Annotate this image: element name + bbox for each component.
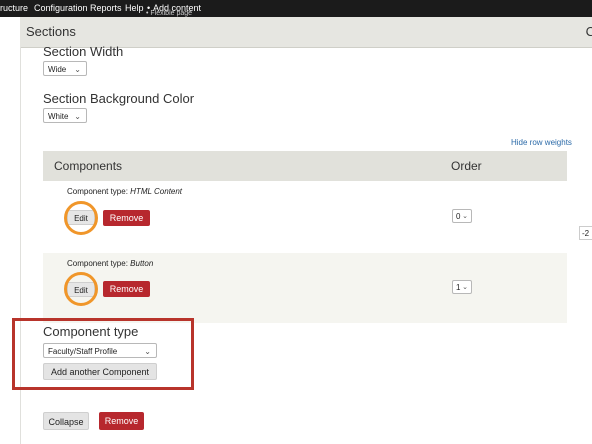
components-table-header: Components Order (43, 151, 567, 181)
component-type-prefix: Component type: (67, 259, 131, 268)
remove-button[interactable]: Remove (103, 281, 150, 297)
section-width-select[interactable]: Wide ⌄ (43, 61, 87, 76)
table-row: Component type: HTML Content Edit Remove… (43, 181, 567, 254)
callout-box (12, 318, 194, 390)
section-width-label: Section Width (43, 44, 124, 59)
component-type-name: HTML Content (130, 187, 183, 196)
bullet-icon: • (146, 10, 149, 17)
toolbar-submenu-text[interactable]: Flexible page (150, 10, 192, 17)
component-type-name: Button (130, 259, 154, 268)
component-type-text: Component type: HTML Content (67, 187, 182, 196)
hide-row-weights-link[interactable]: Hide row weights (511, 138, 572, 147)
section-background-select[interactable]: White ⌄ (43, 108, 87, 123)
order-column-header: Order (451, 159, 482, 173)
sections-title: Sections (26, 24, 76, 39)
section-background-label: Section Background Color (43, 91, 195, 106)
row-weight-field[interactable]: -2 (579, 226, 592, 240)
component-type-text: Component type: Button (67, 259, 153, 268)
highlight-circle (64, 272, 98, 306)
order-select[interactable]: 0 ⌄ (452, 209, 472, 223)
chevron-down-icon: ⌄ (74, 65, 81, 74)
sections-right-label: C (585, 24, 592, 39)
component-type-prefix: Component type: (67, 187, 131, 196)
order-select[interactable]: 1 ⌄ (452, 280, 472, 294)
section-background-value: White (48, 112, 69, 121)
table-row: Component type: Button Edit Remove 1 ⌄ (43, 253, 567, 323)
toolbar-item-structure[interactable]: ructure (0, 0, 28, 17)
admin-toolbar: ructure Configuration Reports Help • Add… (0, 0, 592, 17)
chevron-down-icon: ⌄ (74, 112, 81, 121)
section-width-value: Wide (48, 65, 67, 74)
chevron-down-icon: ⌄ (462, 213, 468, 220)
order-value: 1 (456, 283, 461, 292)
order-value: 0 (456, 212, 461, 221)
highlight-circle (64, 201, 98, 235)
toolbar-item-reports[interactable]: Reports (90, 0, 122, 17)
toolbar-item-help[interactable]: Help (125, 0, 144, 17)
components-column-header: Components (54, 159, 123, 173)
remove-button[interactable]: Remove (103, 210, 150, 226)
chevron-down-icon: ⌄ (462, 284, 468, 291)
collapse-button[interactable]: Collapse (43, 412, 89, 430)
remove-section-button[interactable]: Remove (99, 412, 144, 430)
toolbar-item-configuration[interactable]: Configuration (34, 0, 88, 17)
